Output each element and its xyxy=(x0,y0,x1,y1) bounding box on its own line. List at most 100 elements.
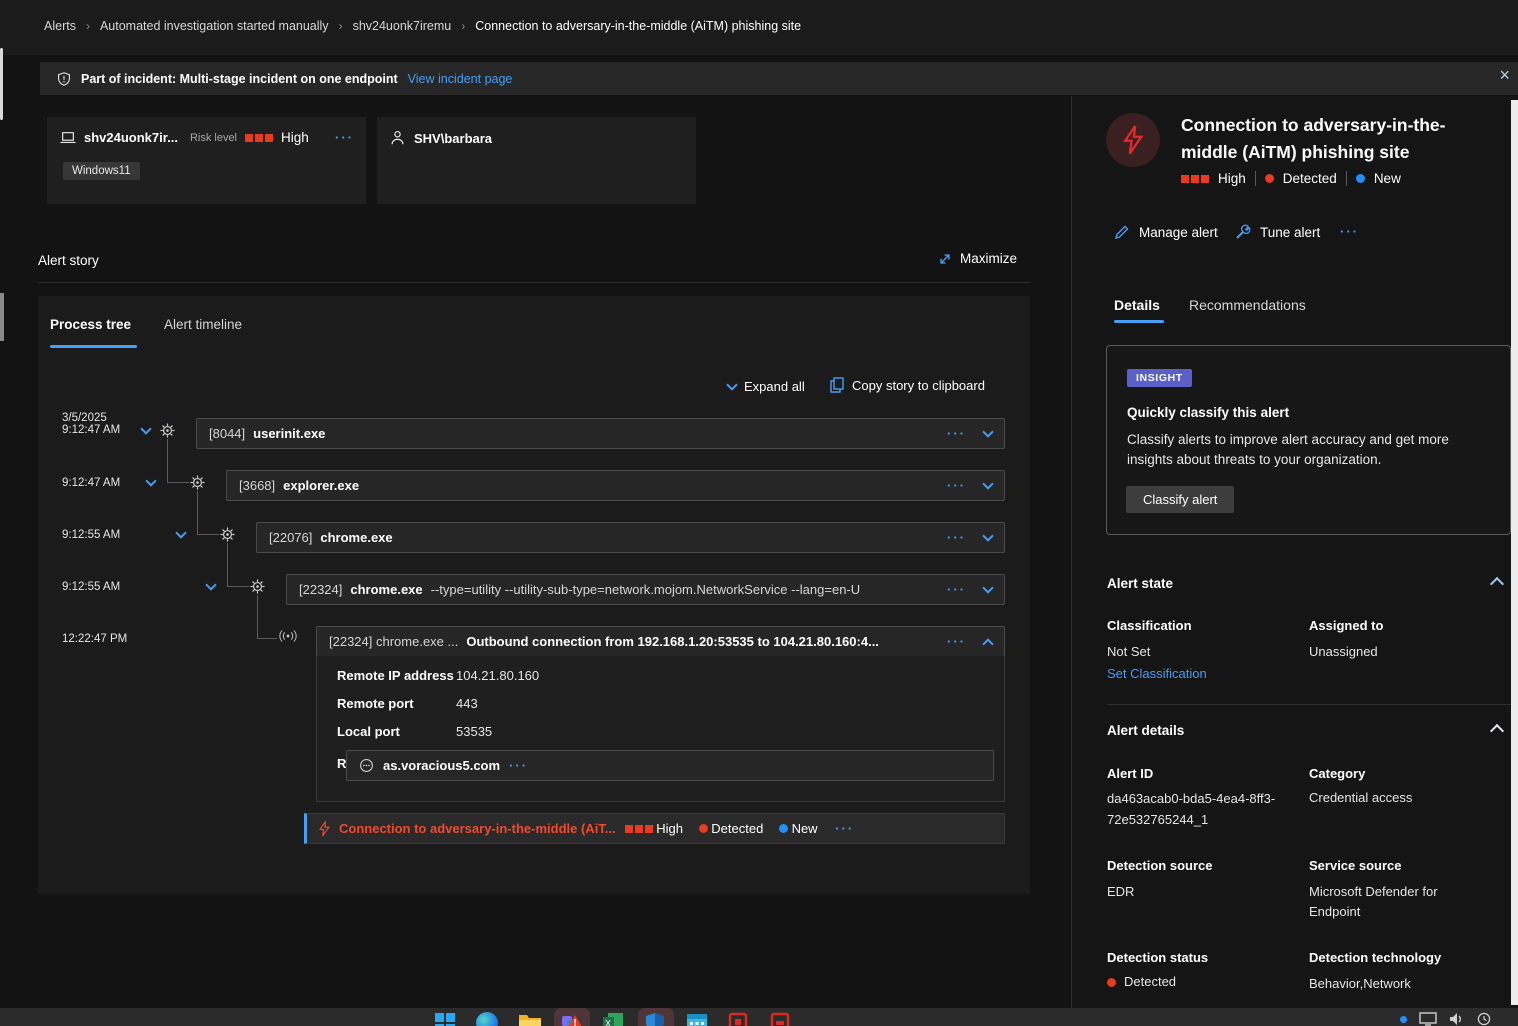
process-node[interactable]: [8044] userinit.exe ··· xyxy=(196,418,1005,449)
device-name[interactable]: shv24uonk7ir... xyxy=(84,130,178,145)
classification-value: Not Set xyxy=(1107,642,1150,662)
detail-label: Remote IP address xyxy=(337,668,454,683)
os-tag: Windows11 xyxy=(63,162,140,180)
tray-clock-icon[interactable] xyxy=(1477,1012,1491,1026)
resolved-domain-node[interactable]: as.voracious5.com ··· xyxy=(346,750,994,781)
tray-volume-icon[interactable] xyxy=(1449,1012,1465,1026)
insight-body: Classify alerts to improve alert accurac… xyxy=(1127,430,1489,470)
left-edge-scrollbar[interactable] xyxy=(0,48,3,120)
expand-all-label: Expand all xyxy=(744,379,805,394)
set-classification-link[interactable]: Set Classification xyxy=(1107,666,1207,681)
security-app-warning-icon[interactable] xyxy=(560,1012,584,1026)
manage-alert-label: Manage alert xyxy=(1139,225,1218,240)
nested-alert-more-button[interactable]: ··· xyxy=(835,821,854,836)
defender-app-icon[interactable] xyxy=(644,1012,668,1026)
globe-icon xyxy=(359,758,374,773)
tree-connector xyxy=(197,534,219,535)
tab-process-tree[interactable]: Process tree xyxy=(50,317,131,332)
manage-alert-button[interactable]: Manage alert xyxy=(1114,224,1218,240)
alert-id-value: da463acab0-bda5-4ea4-8ff3-72e532765244_1 xyxy=(1107,788,1292,830)
alert-id-label: Alert ID xyxy=(1107,766,1153,781)
breadcrumb-investigation[interactable]: Automated investigation started manually xyxy=(100,19,329,33)
file-explorer-icon[interactable] xyxy=(518,1012,542,1026)
expand-all-button[interactable]: Expand all xyxy=(728,379,805,394)
tray-monitor-icon[interactable] xyxy=(1419,1012,1437,1026)
chevron-down-icon[interactable] xyxy=(140,423,151,434)
view-incident-link[interactable]: View incident page xyxy=(408,72,513,86)
domain-more-button[interactable]: ··· xyxy=(509,758,528,773)
vertical-scrollbar[interactable] xyxy=(1511,100,1518,1005)
edge-browser-icon[interactable] xyxy=(476,1012,500,1026)
svg-text:X: X xyxy=(605,1019,611,1026)
tray-notification-dot-icon[interactable] xyxy=(1400,1016,1407,1023)
event-more-button[interactable]: ··· xyxy=(947,634,966,649)
chevron-down-icon[interactable] xyxy=(205,579,216,590)
system-tray xyxy=(1400,1012,1491,1026)
chevron-down-icon[interactable] xyxy=(982,582,993,593)
detection-source-value: EDR xyxy=(1107,882,1134,902)
process-more-button[interactable]: ··· xyxy=(947,582,966,597)
detail-label: Local port xyxy=(337,724,400,739)
process-name: chrome.exe xyxy=(320,530,392,545)
start-button-icon[interactable] xyxy=(434,1012,458,1026)
red-app-icon[interactable] xyxy=(728,1012,752,1026)
alert-state-heading: Alert state xyxy=(1107,576,1173,591)
nested-alert-row[interactable]: Connection to adversary-in-the-middle (A… xyxy=(304,813,1005,844)
calendar-app-icon[interactable] xyxy=(686,1012,710,1026)
alert-bolt-icon xyxy=(319,821,330,837)
category-label: Category xyxy=(1309,766,1365,781)
tree-connector xyxy=(257,595,258,639)
tab-recommendations[interactable]: Recommendations xyxy=(1189,297,1306,313)
process-more-button[interactable]: ··· xyxy=(947,530,966,545)
chevron-up-icon[interactable] xyxy=(982,638,993,649)
detected-dot-icon xyxy=(1107,978,1116,987)
alert-severity-row: High Detected New xyxy=(1181,171,1401,186)
alert-story-panel: Process tree Alert timeline Expand all C… xyxy=(38,296,1030,894)
process-pid: [3668] xyxy=(239,478,275,493)
panel-more-button[interactable]: ··· xyxy=(1340,224,1359,239)
chevron-down-icon[interactable] xyxy=(982,530,993,541)
chevron-up-icon[interactable] xyxy=(1490,724,1504,738)
process-args: --type=utility --utility-sub-type=networ… xyxy=(431,582,861,597)
user-card[interactable]: SHV\barbara xyxy=(377,117,696,204)
maximize-button[interactable]: Maximize xyxy=(938,251,1017,266)
chevron-down-icon[interactable] xyxy=(145,475,156,486)
classify-alert-button[interactable]: Classify alert xyxy=(1126,486,1234,513)
breadcrumb-alerts[interactable]: Alerts xyxy=(44,19,76,33)
process-more-button[interactable]: ··· xyxy=(947,426,966,441)
process-node[interactable]: [3668] explorer.exe ··· xyxy=(226,470,1005,501)
nested-alert-severity: High xyxy=(656,821,683,836)
process-more-button[interactable]: ··· xyxy=(947,478,966,493)
user-name[interactable]: SHV\barbara xyxy=(414,131,492,146)
device-more-button[interactable]: ··· xyxy=(335,130,354,145)
breadcrumb-separator-icon: › xyxy=(461,19,465,33)
left-edge-scrollbar-thumb[interactable] xyxy=(0,293,4,341)
copy-story-button[interactable]: Copy story to clipboard xyxy=(830,377,985,393)
chevron-up-icon[interactable] xyxy=(1490,577,1504,591)
tune-alert-button[interactable]: Tune alert xyxy=(1235,224,1320,240)
severity-squares-icon xyxy=(625,825,653,833)
process-node[interactable]: [22324] chrome.exe --type=utility --util… xyxy=(286,574,1005,605)
tab-alert-timeline[interactable]: Alert timeline xyxy=(164,317,242,332)
chevron-down-icon[interactable] xyxy=(982,426,993,437)
laptop-icon xyxy=(60,131,76,145)
red-app-icon[interactable] xyxy=(770,1012,794,1026)
close-icon[interactable]: × xyxy=(1499,65,1510,86)
chevron-down-icon[interactable] xyxy=(175,527,186,538)
copy-story-label: Copy story to clipboard xyxy=(852,378,985,393)
network-event-node[interactable]: [22324] chrome.exe ... Outbound connecti… xyxy=(316,626,1005,657)
process-gear-icon xyxy=(190,475,205,490)
severity-value: High xyxy=(1218,171,1246,186)
tree-connector xyxy=(197,491,198,535)
insight-title: Quickly classify this alert xyxy=(1127,405,1289,420)
nested-alert-status: Detected xyxy=(711,821,763,836)
breadcrumb-device[interactable]: shv24uonk7iremu xyxy=(353,19,452,33)
service-source-label: Service source xyxy=(1309,858,1402,873)
excel-app-icon[interactable]: X xyxy=(602,1012,626,1026)
process-node[interactable]: [22076] chrome.exe ··· xyxy=(256,522,1005,553)
tab-details[interactable]: Details xyxy=(1114,297,1160,313)
device-card[interactable]: shv24uonk7ir... Risk level High ··· Wind… xyxy=(47,117,366,204)
process-pid: [22324] xyxy=(299,582,342,597)
category-value: Credential access xyxy=(1309,788,1412,808)
chevron-down-icon[interactable] xyxy=(982,478,993,489)
